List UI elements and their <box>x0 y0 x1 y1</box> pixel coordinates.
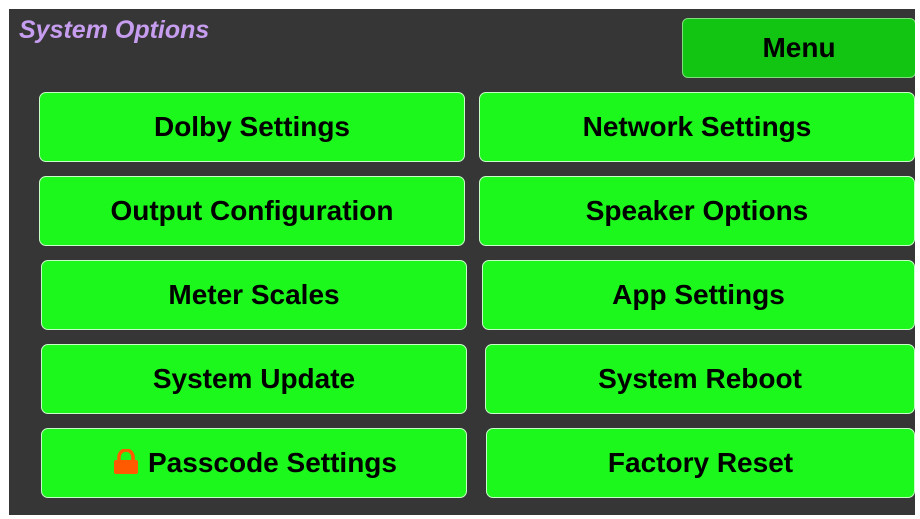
system-options-screen: System Options Menu Dolby Settings Netwo… <box>9 9 915 515</box>
speaker-options-button[interactable]: Speaker Options <box>479 176 915 246</box>
factory-reset-button[interactable]: Factory Reset <box>486 428 915 498</box>
speaker-options-label: Speaker Options <box>585 195 809 226</box>
factory-reset-label: Factory Reset <box>607 447 794 478</box>
dolby-settings-label: Dolby Settings <box>153 111 350 142</box>
passcode-settings-button[interactable]: Passcode Settings <box>41 428 467 498</box>
system-update-button[interactable]: System Update <box>41 344 467 414</box>
network-settings-button[interactable]: Network Settings <box>479 92 915 162</box>
output-configuration-label: Output Configuration <box>110 195 394 226</box>
meter-scales-button[interactable]: Meter Scales <box>41 260 467 330</box>
passcode-settings-label: Passcode Settings <box>148 447 397 478</box>
output-configuration-button[interactable]: Output Configuration <box>39 176 465 246</box>
meter-scales-label: Meter Scales <box>168 279 340 310</box>
app-settings-button[interactable]: App Settings <box>482 260 915 330</box>
system-reboot-button[interactable]: System Reboot <box>485 344 915 414</box>
system-update-label: System Update <box>152 363 356 394</box>
app-settings-label: App Settings <box>612 279 785 310</box>
lock-icon <box>111 447 141 482</box>
dolby-settings-button[interactable]: Dolby Settings <box>39 92 465 162</box>
menu-button[interactable]: Menu <box>682 18 915 78</box>
network-settings-label: Network Settings <box>582 111 812 142</box>
page-title: System Options <box>19 16 210 44</box>
system-reboot-label: System Reboot <box>598 363 802 394</box>
